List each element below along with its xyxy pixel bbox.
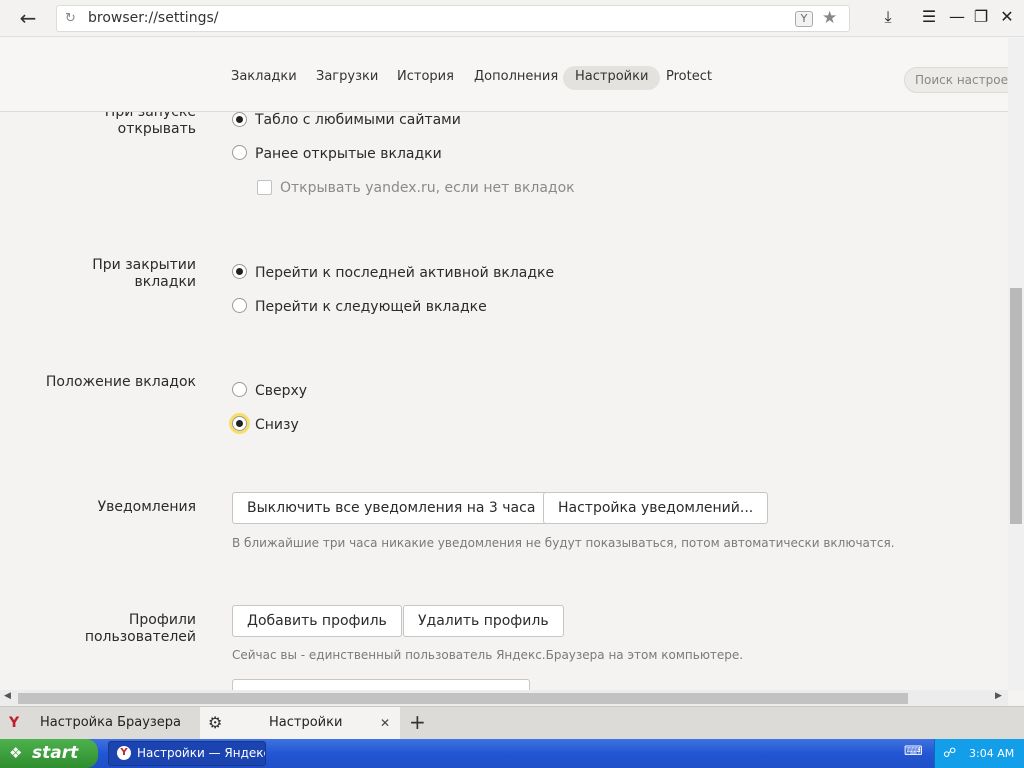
closing-radio-last-active[interactable]: [232, 264, 247, 279]
close-window-icon[interactable]: ✕: [996, 7, 1018, 26]
yandex-badge-icon[interactable]: Y: [795, 11, 813, 27]
windows-logo-icon: ❖: [9, 744, 23, 762]
close-tab-icon[interactable]: ✕: [380, 707, 390, 739]
notifications-label: Уведомления: [97, 499, 196, 515]
tab-position-option-top[interactable]: Сверху: [255, 383, 307, 399]
download-icon[interactable]: ⤓: [877, 7, 899, 27]
startup-label: При запуске открывать: [104, 112, 196, 137]
nav-tab-bookmarks[interactable]: Закладки: [219, 66, 309, 90]
scroll-right-icon[interactable]: ▶: [995, 691, 1002, 701]
vertical-scroll-thumb[interactable]: [1010, 288, 1022, 524]
delete-profile-button[interactable]: Удалить профиль: [403, 605, 564, 637]
restore-icon[interactable]: ❐: [970, 7, 992, 26]
closing-label: При закрытии вкладки: [92, 257, 196, 290]
startup-option-previous[interactable]: Ранее открытые вкладки: [255, 146, 442, 162]
taskbar-item-browser[interactable]: Y Настройки — Яндекс...: [108, 741, 266, 766]
windows-taskbar: ❖ start Y Настройки — Яндекс... ⌨ ☍ 3:04…: [0, 739, 1024, 768]
bookmark-star-icon[interactable]: ★: [822, 8, 837, 28]
tab-position-radio-top[interactable]: [232, 382, 247, 397]
yandex-logo-icon: Y: [9, 715, 20, 731]
tab-settings-label: Настройки: [269, 715, 343, 730]
nav-tab-history[interactable]: История: [385, 66, 466, 90]
settings-search-input[interactable]: Поиск настроек: [904, 67, 1024, 93]
settings-nav: Закладки Загрузки История Дополнения Нас…: [0, 38, 1024, 112]
startup-radio-favorites[interactable]: [232, 112, 247, 127]
nav-tab-extensions[interactable]: Дополнения: [462, 66, 570, 90]
minimize-icon[interactable]: —: [946, 7, 968, 26]
nav-tab-downloads[interactable]: Загрузки: [304, 66, 390, 90]
tab-position-radio-bottom[interactable]: [232, 416, 247, 431]
notification-settings-button[interactable]: Настройка уведомлений...: [543, 492, 769, 524]
tab-browser-setup-label: Настройка Браузера: [40, 715, 182, 730]
start-button[interactable]: ❖ start: [0, 739, 98, 768]
nav-tab-settings[interactable]: Настройки: [563, 66, 661, 90]
open-yandex-label[interactable]: Открывать yandex.ru, если нет вкладок: [280, 180, 575, 196]
browser-toolbar: ← ↻ browser://settings/ Y ★ ⤓ ☰ — ❐ ✕: [0, 0, 1024, 37]
taskbar-item-label: Настройки — Яндекс...: [137, 746, 265, 760]
system-tray: ☍ 3:04 AM: [934, 739, 1024, 768]
notifications-note: В ближайшие три часа никакие уведомления…: [232, 536, 895, 550]
settings-content: При запуске открывать Табло с любимыми с…: [0, 112, 1008, 690]
keyboard-icon[interactable]: ⌨: [904, 744, 923, 759]
network-icon[interactable]: ☍: [943, 739, 956, 768]
add-profile-button[interactable]: Добавить профиль: [232, 605, 402, 637]
gear-icon: ⚙: [208, 713, 223, 732]
tab-settings-active[interactable]: ⚙ Настройки ✕: [200, 707, 400, 740]
menu-icon[interactable]: ☰: [918, 7, 940, 26]
tab-position-label: Положение вкладок: [45, 374, 196, 390]
yandex-browser-icon: Y: [117, 746, 131, 760]
new-tab-icon[interactable]: +: [409, 707, 426, 737]
profiles-label: Профили пользователей: [84, 612, 196, 645]
closing-radio-next[interactable]: [232, 298, 247, 313]
partial-button[interactable]: [232, 679, 530, 690]
open-yandex-checkbox[interactable]: [257, 180, 272, 195]
address-bar[interactable]: ↻ browser://settings/ Y ★: [56, 5, 850, 32]
closing-option-last-active[interactable]: Перейти к последней активной вкладке: [255, 265, 554, 281]
horizontal-scrollbar[interactable]: ◀ ▶: [0, 690, 1008, 706]
reload-icon[interactable]: ↻: [65, 11, 76, 26]
closing-option-next[interactable]: Перейти к следующей вкладке: [255, 299, 487, 315]
tab-position-option-bottom[interactable]: Снизу: [255, 417, 299, 433]
startup-radio-previous[interactable]: [232, 145, 247, 160]
back-button[interactable]: ←: [14, 6, 42, 30]
profiles-note: Сейчас вы - единственный пользователь Ян…: [232, 648, 744, 662]
back-arrow-icon: ←: [19, 6, 37, 30]
nav-tab-protect[interactable]: Protect: [654, 66, 724, 90]
scroll-left-icon[interactable]: ◀: [4, 691, 11, 701]
browser-tab-strip: Y Настройка Браузера ⚙ Настройки ✕ +: [0, 706, 1024, 740]
horizontal-scroll-thumb[interactable]: [18, 693, 908, 704]
vertical-scrollbar[interactable]: [1008, 38, 1024, 690]
mute-notifications-button[interactable]: Выключить все уведомления на 3 часа: [232, 492, 551, 524]
clock[interactable]: 3:04 AM: [969, 739, 1014, 768]
startup-option-favorites[interactable]: Табло с любимыми сайтами: [255, 112, 461, 128]
start-label: start: [32, 743, 79, 763]
url-text[interactable]: browser://settings/: [88, 10, 218, 26]
tab-browser-setup[interactable]: Y Настройка Браузера: [0, 707, 198, 740]
